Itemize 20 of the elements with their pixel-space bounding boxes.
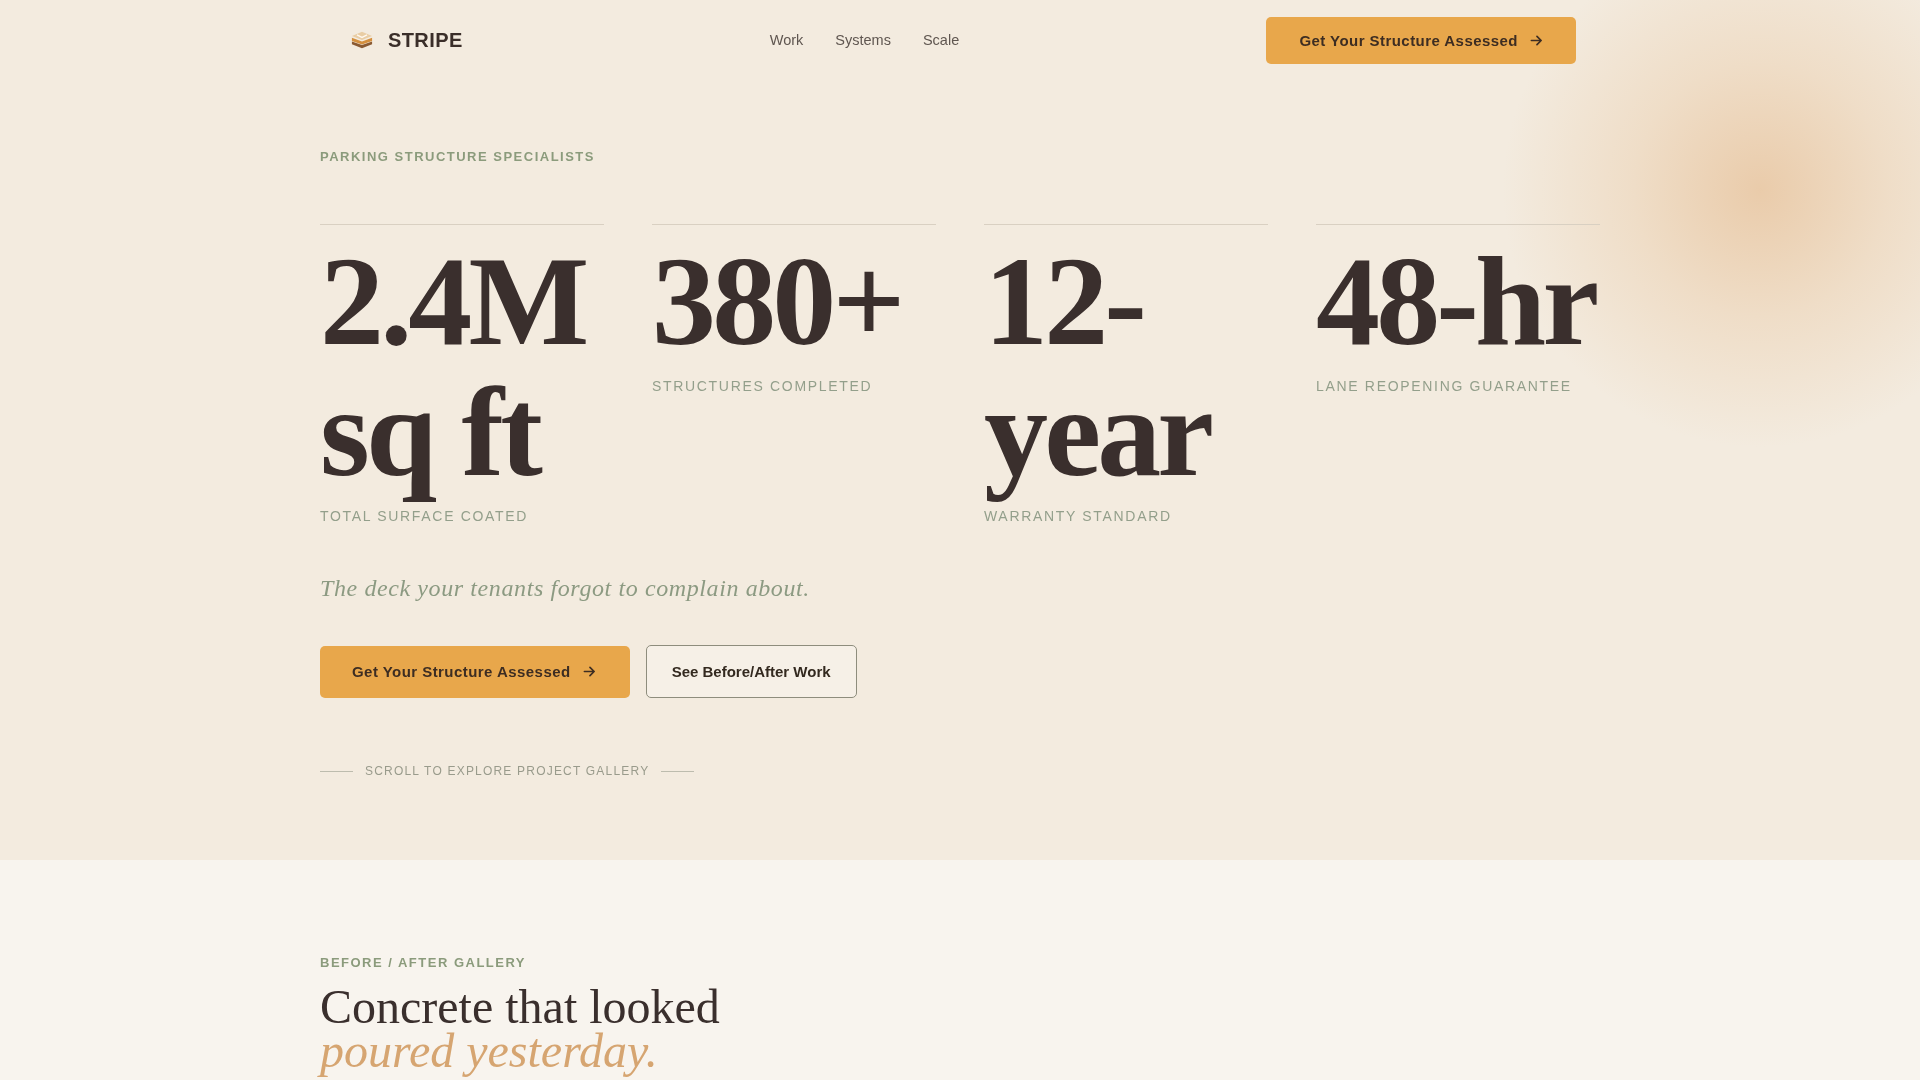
arrow-right-icon — [1530, 33, 1543, 47]
stat-label: WARRANTY STANDARD — [984, 508, 1173, 526]
assessment-button[interactable]: Get Your Structure Assessed — [320, 645, 630, 698]
nav-link[interactable]: Scale — [922, 32, 960, 48]
work-button[interactable]: See Before/After Work — [645, 645, 857, 699]
brand-name: STRIPE — [388, 28, 463, 52]
nav-link[interactable]: Systems — [835, 32, 891, 48]
stat-label: LANE REOPENING GUARANTEE — [1316, 377, 1573, 395]
arrow-right-icon — [582, 665, 596, 679]
stat-label: TOTAL SURFACE COATED — [320, 508, 530, 526]
scroll-hint: SCROLL TO EXPLORE PROJECT GALLERY — [365, 764, 650, 779]
nav-link[interactable]: Work — [769, 32, 804, 48]
tagline: The deck your tenants forgot to complain about. — [320, 574, 811, 604]
stat-value: 48-hr — [1316, 236, 1597, 367]
eyebrow-label: PARKING STRUCTURE SPECIALISTS — [320, 149, 596, 165]
assessment-button[interactable]: Get Your Structure Assessed — [1266, 16, 1576, 64]
stacked-slabs-icon — [351, 31, 373, 49]
stat-value: 380+ — [652, 236, 903, 367]
section-label: BEFORE / AFTER GALLERY — [320, 955, 527, 972]
stat-label: STRUCTURES COMPLETED — [652, 377, 874, 395]
